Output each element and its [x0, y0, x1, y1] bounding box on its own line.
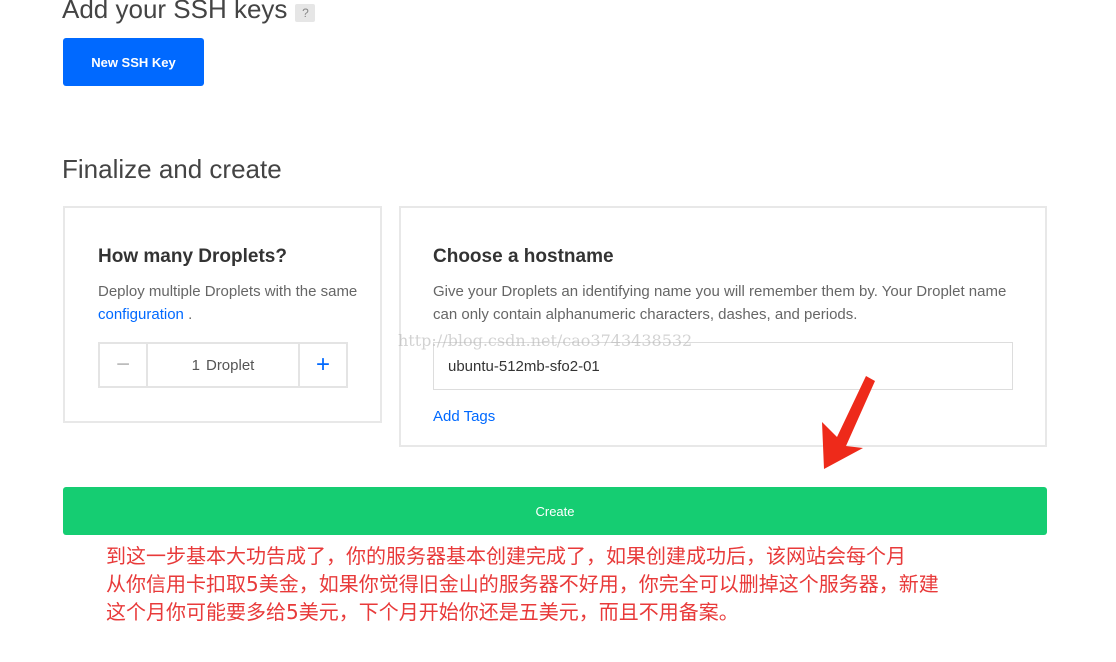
annotation-line: 到这一步基本大功告成了，你的服务器基本创建完成了，如果创建成功后，该网站会每个月	[106, 544, 906, 568]
hostname-heading: Choose a hostname	[433, 246, 614, 267]
add-tags-link[interactable]: Add Tags	[433, 408, 495, 425]
hostname-description: Give your Droplets an identifying name y…	[433, 283, 1007, 323]
new-ssh-key-button[interactable]: New SSH Key	[63, 38, 204, 86]
droplet-quantity-value: 1 Droplet	[148, 344, 298, 386]
annotation-line: 这个月你可能要多给5美元，下个月开始你还是五美元，而且不用备案。	[106, 600, 739, 624]
plus-icon[interactable]: +	[298, 344, 346, 386]
finalize-section-title: Finalize and create	[62, 154, 282, 184]
droplet-quantity-stepper: − 1 Droplet +	[98, 342, 348, 388]
droplet-count-number: 1	[191, 356, 200, 374]
annotation-line: 从你信用卡扣取5美金，如果你觉得旧金山的服务器不好用，你完全可以删掉这个服务器，…	[106, 572, 939, 596]
droplet-count-unit: Droplet	[205, 356, 255, 374]
help-icon[interactable]: ?	[295, 3, 316, 22]
create-button[interactable]: Create	[63, 487, 1047, 535]
droplet-count-description: Deploy multiple Droplets with the same c…	[98, 280, 358, 326]
annotation-note: 到这一步基本大功告成了，你的服务器基本创建完成了，如果创建成功后，该网站会每个月…	[106, 542, 939, 626]
arrow-icon	[822, 376, 875, 469]
ssh-section-title: Add your SSH keys ?	[62, 0, 316, 25]
hostname-panel: Choose a hostname Give your Droplets an …	[399, 206, 1047, 447]
droplet-count-panel: How many Droplets? Deploy multiple Dropl…	[63, 206, 382, 423]
ssh-title-text: Add your SSH keys	[62, 0, 288, 24]
droplet-desc-end: .	[188, 306, 193, 323]
hostname-input[interactable]	[433, 342, 1013, 390]
minus-icon[interactable]: −	[100, 344, 148, 386]
configuration-link[interactable]: configuration	[98, 306, 184, 323]
droplet-count-heading: How many Droplets?	[98, 246, 287, 267]
droplet-desc-text: Deploy multiple Droplets with the same	[98, 283, 358, 300]
